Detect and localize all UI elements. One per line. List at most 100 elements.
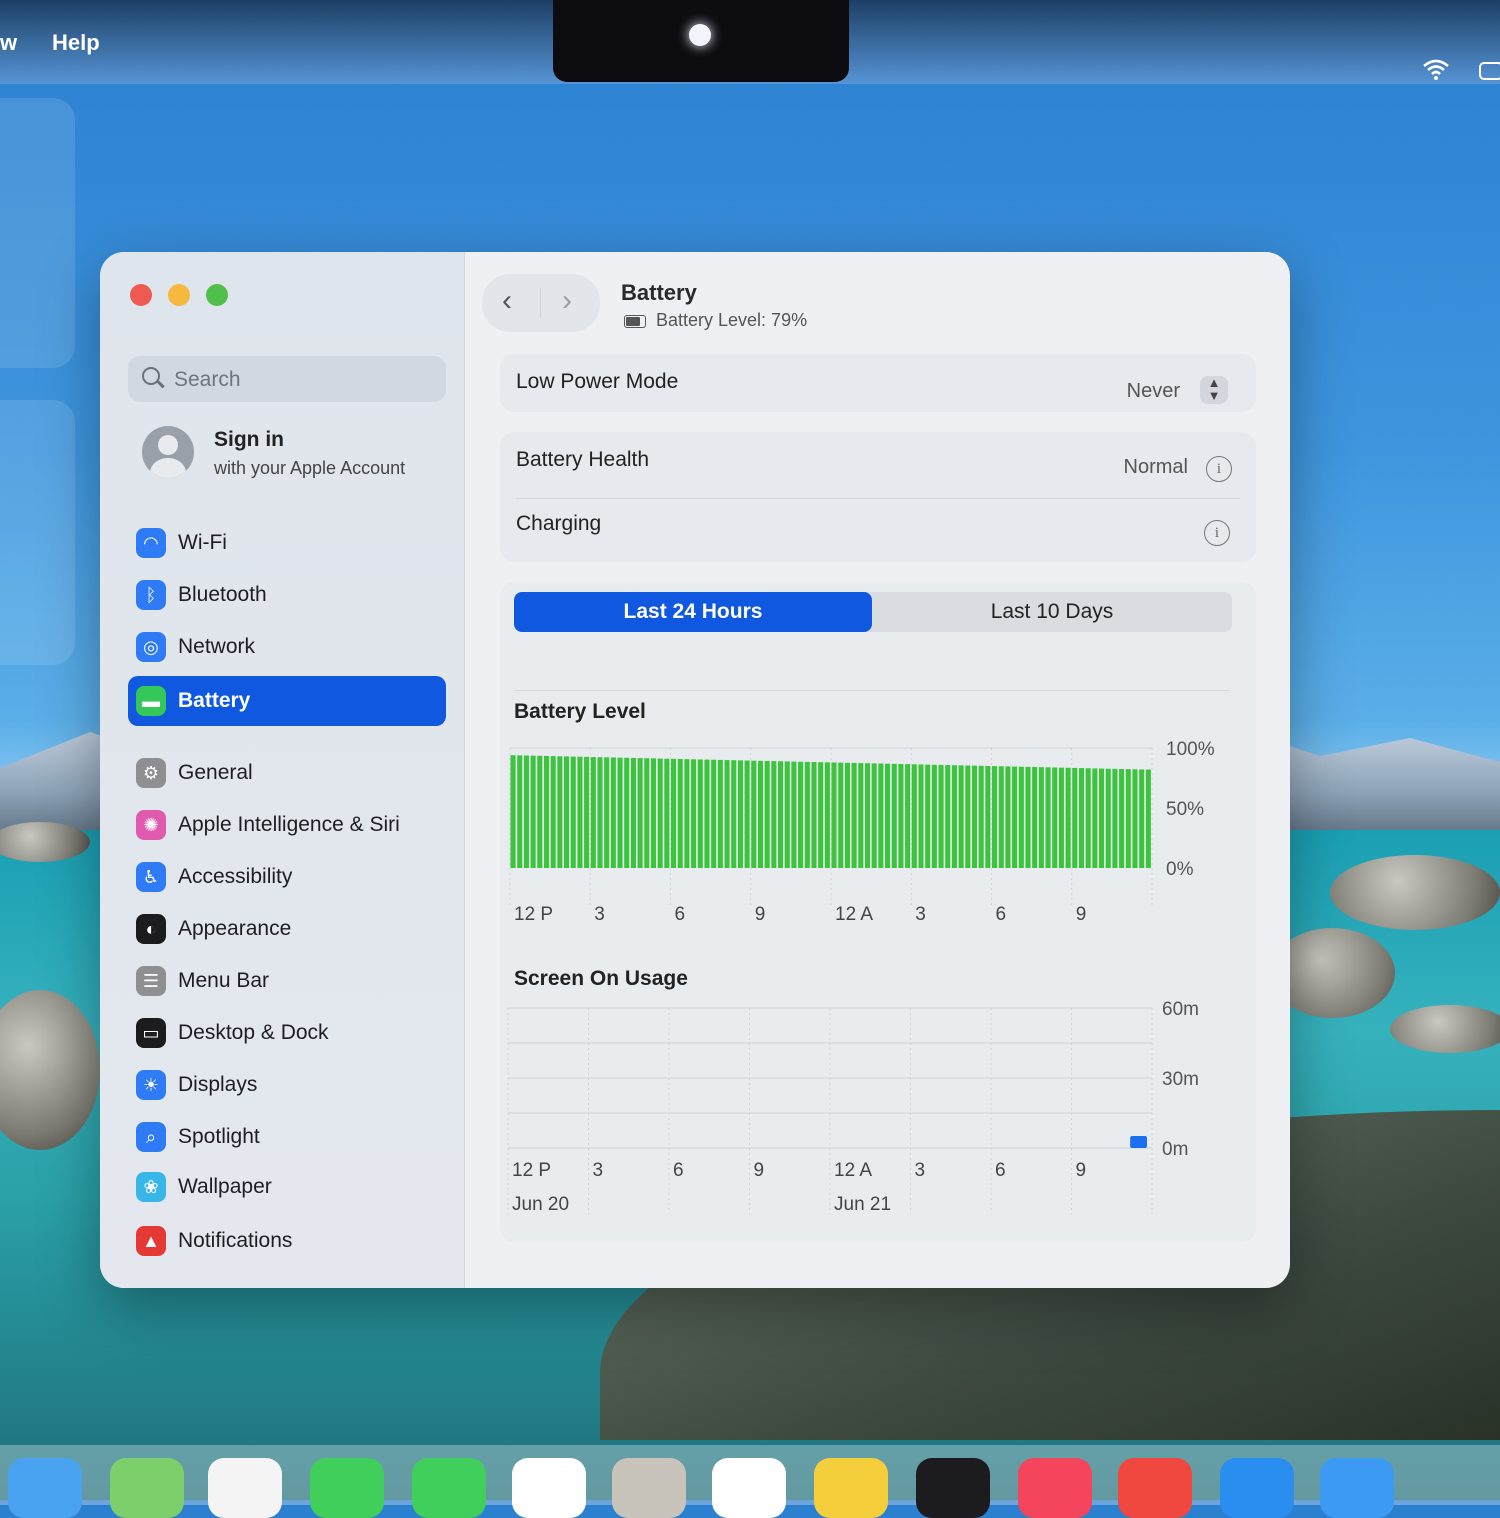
tab-last-10-days[interactable]: Last 10 Days xyxy=(872,592,1232,632)
battery-bar xyxy=(978,765,984,868)
menu-bar: w Help xyxy=(0,0,1500,84)
forward-button[interactable]: › xyxy=(562,286,572,316)
battery-bar xyxy=(737,760,743,868)
wifi-status-icon[interactable] xyxy=(1422,58,1450,87)
sidebar-item-battery[interactable]: ▬ Battery xyxy=(128,676,446,726)
search-icon xyxy=(142,367,160,385)
battery-bar xyxy=(624,757,630,868)
sidebar-item-general[interactable]: ⚙ General xyxy=(128,748,446,798)
sidebar-item-appearance[interactable]: ◐ Appearance xyxy=(128,904,446,954)
back-button[interactable]: ‹ xyxy=(502,286,512,316)
sidebar-item-desktop-dock[interactable]: ▭ Desktop & Dock xyxy=(128,1008,446,1058)
sidebar-item-notifications[interactable]: ▲ Notifications xyxy=(128,1216,446,1266)
close-button[interactable] xyxy=(130,284,152,306)
system-settings-window: Sign in with your Apple Account ◠Wi-FiᛒB… xyxy=(100,252,1290,1288)
dock-app-facetime[interactable] xyxy=(310,1458,384,1518)
sidebar-item-network[interactable]: ◎ Network xyxy=(128,622,446,672)
battery-bar xyxy=(831,762,837,868)
battery-bar xyxy=(1052,767,1058,868)
battery-bar xyxy=(664,758,670,868)
battery-bar xyxy=(1072,767,1078,868)
sidebar-item-bluetooth[interactable]: ᛒ Bluetooth xyxy=(128,570,446,620)
dock-app-appstore[interactable] xyxy=(1220,1458,1294,1518)
wifi-icon: ◠ xyxy=(136,528,166,558)
dock-app-reminders[interactable] xyxy=(712,1458,786,1518)
sidebar-item-wallpaper[interactable]: ❀ Wallpaper xyxy=(128,1162,446,1212)
battery-health-value: Normal xyxy=(1123,456,1188,478)
health-charging-card: Battery Health Normal i Charging i xyxy=(500,432,1256,562)
battery-bar xyxy=(871,763,877,868)
battery-bar xyxy=(691,759,697,868)
battery-bar xyxy=(851,762,857,868)
desktop-widget[interactable] xyxy=(0,400,75,665)
sidebar-item-apple-intelligence-siri[interactable]: ✺ Apple Intelligence & Siri xyxy=(128,800,446,850)
menu-window[interactable]: w xyxy=(0,30,17,56)
dock-app-mail[interactable] xyxy=(8,1458,82,1518)
low-power-value[interactable]: Never xyxy=(1127,380,1180,403)
battery-bar xyxy=(1112,768,1118,868)
battery-bar xyxy=(711,759,717,868)
sidebar-item-menu-bar[interactable]: ☰ Menu Bar xyxy=(128,956,446,1006)
search-field[interactable] xyxy=(128,356,446,402)
sidebar-item-spotlight[interactable]: ⌕ Spotlight xyxy=(128,1112,446,1162)
sidebar-item-wi-fi[interactable]: ◠ Wi-Fi xyxy=(128,518,446,568)
x-tick-label: 9 xyxy=(1076,1160,1087,1181)
tab-last-24-hours[interactable]: Last 24 Hours xyxy=(514,592,872,632)
siri-icon: ✺ xyxy=(136,810,166,840)
info-icon[interactable]: i xyxy=(1206,456,1232,482)
avatar xyxy=(142,426,194,478)
zoom-button[interactable] xyxy=(206,284,228,306)
time-range-segmented-control: Last 24 Hours Last 10 Days xyxy=(514,592,1232,632)
battery-bar xyxy=(864,763,871,868)
dock-app-contacts[interactable] xyxy=(612,1458,686,1518)
battery-bar xyxy=(885,763,891,868)
battery-bar xyxy=(764,760,770,868)
battery-icon: ▬ xyxy=(136,686,166,716)
battery-bar xyxy=(958,765,964,868)
battery-bar xyxy=(818,762,824,868)
sidebar: Sign in with your Apple Account ◠Wi-FiᛒB… xyxy=(100,252,465,1288)
search-input[interactable] xyxy=(172,364,436,396)
sign-in-account[interactable]: Sign in with your Apple Account xyxy=(142,424,442,494)
screen-on-usage-chart: 60m 30m 0m 12 P 3 6 9 12 A 3 6 9 Jun 20 Jun 21 xyxy=(507,999,1199,1215)
dock-app-notes[interactable] xyxy=(814,1458,888,1518)
battery-status-icon[interactable] xyxy=(1478,60,1500,88)
dock-app-photos[interactable] xyxy=(208,1458,282,1518)
dock-app-appletv[interactable] xyxy=(916,1458,990,1518)
battery-bar xyxy=(697,759,703,868)
sidebar-item-displays[interactable]: ☀ Displays xyxy=(128,1060,446,1110)
camera-notch xyxy=(553,0,849,82)
sidebar-item-accessibility[interactable]: ♿ Accessibility xyxy=(128,852,446,902)
battery-bar xyxy=(657,758,663,868)
battery-bar xyxy=(650,758,657,868)
minimize-button[interactable] xyxy=(168,284,190,306)
popup-stepper-icon[interactable]: ▲ ▼ xyxy=(1200,376,1228,404)
sun-icon: ☀ xyxy=(136,1070,166,1100)
x-tick-label: 9 xyxy=(1076,904,1087,925)
desktop-widget[interactable] xyxy=(0,98,75,368)
dock-app-calendar[interactable] xyxy=(512,1458,586,1518)
battery-bar xyxy=(945,765,951,868)
info-icon[interactable]: i xyxy=(1204,520,1230,546)
sidebar-item-label: Battery xyxy=(178,689,251,712)
sidebar-item-label: Notifications xyxy=(178,1229,293,1252)
date-label: Jun 20 xyxy=(512,1194,569,1215)
dock-app-maps[interactable] xyxy=(110,1458,184,1518)
sidebar-item-label: Network xyxy=(178,635,256,658)
battery-bar xyxy=(1045,767,1051,868)
sidebar-item-label: General xyxy=(178,761,253,784)
battery-bar xyxy=(644,758,650,868)
menu-help[interactable]: Help xyxy=(52,30,100,56)
battery-bar xyxy=(965,765,971,868)
dock-app-music[interactable] xyxy=(1018,1458,1092,1518)
dock-app-messages[interactable] xyxy=(412,1458,486,1518)
battery-bar xyxy=(543,755,550,868)
screen-on-usage-title: Screen On Usage xyxy=(514,967,688,990)
globe-icon: ◎ xyxy=(136,632,166,662)
sidebar-item-label: Appearance xyxy=(178,917,292,940)
x-tick-label: 6 xyxy=(995,1160,1006,1181)
y-tick-label: 100% xyxy=(1166,739,1215,760)
dock-app-settings[interactable] xyxy=(1320,1458,1394,1518)
dock-app-news[interactable] xyxy=(1118,1458,1192,1518)
chart-divider xyxy=(514,690,1230,691)
